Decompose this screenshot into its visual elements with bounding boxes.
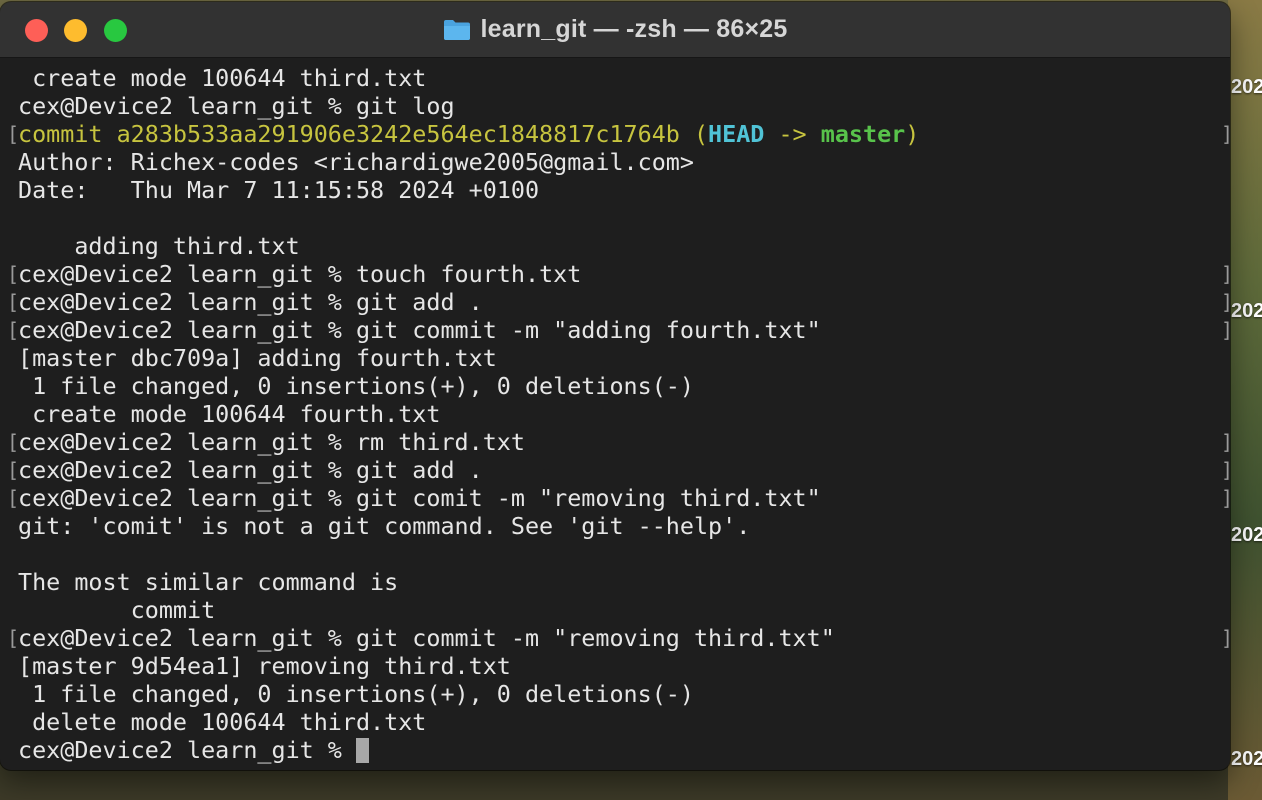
line-bracket-open: [ — [7, 290, 20, 314]
terminal-line-text: cex@Device2 learn_git % git commit -m "r… — [18, 624, 835, 652]
desktop-item-label[interactable]: 202 — [1231, 748, 1262, 771]
terminal-line: [cex@Device2 learn_git % touch fourth.tx… — [0, 260, 1230, 288]
terminal-line: [master 9d54ea1] removing third.txt — [18, 652, 511, 680]
line-bracket-open: [ — [7, 458, 20, 482]
terminal-line: [cex@Device2 learn_git % rm third.txt] — [0, 428, 1230, 456]
head-ref-label: HEAD — [708, 120, 765, 148]
terminal-output[interactable]: create mode 100644 third.txt cex@Device2… — [0, 64, 1230, 764]
title-bar[interactable]: learn_git — -zsh — 86×25 — [0, 2, 1230, 58]
terminal-line: [master dbc709a] adding fourth.txt — [18, 344, 497, 372]
desktop-item-label[interactable]: 202 — [1231, 524, 1262, 547]
folder-icon — [443, 19, 470, 40]
line-bracket-open: [ — [7, 430, 20, 454]
terminal-prompt-line[interactable]: cex@Device2 learn_git % — [0, 736, 1230, 764]
line-bracket-open: [ — [7, 486, 20, 510]
window-title: learn_git — -zsh — 86×25 — [0, 2, 1230, 57]
terminal-line: Date: Thu Mar 7 11:15:58 2024 +0100 — [18, 176, 540, 204]
desktop-item-label[interactable]: 202 — [1231, 300, 1262, 323]
window-title-text: learn_git — -zsh — 86×25 — [480, 15, 788, 43]
commit-ref-close: ) — [905, 120, 920, 148]
line-bracket-close: ] — [1221, 288, 1230, 316]
terminal-line: The most similar command is — [18, 568, 399, 596]
terminal-line-commit: [commit a283b533aa291906e3242e564ec18488… — [0, 120, 1230, 148]
terminal-line: delete mode 100644 third.txt — [18, 708, 427, 736]
terminal-line: [cex@Device2 learn_git % git commit -m "… — [0, 316, 1230, 344]
terminal-window[interactable]: learn_git — -zsh — 86×25 create mode 100… — [0, 2, 1230, 770]
line-bracket-close: ] — [1221, 316, 1230, 344]
terminal-line: [cex@Device2 learn_git % git add .] — [0, 456, 1230, 484]
desktop-item-label[interactable]: 202 — [1231, 76, 1262, 99]
terminal-line: cex@Device2 learn_git % git log — [18, 92, 455, 120]
branch-label: master — [820, 120, 906, 148]
line-bracket-open: [ — [7, 262, 20, 286]
terminal-line: 1 file changed, 0 insertions(+), 0 delet… — [18, 680, 694, 708]
terminal-line: [cex@Device2 learn_git % git comit -m "r… — [0, 484, 1230, 512]
terminal-line: create mode 100644 fourth.txt — [18, 400, 441, 428]
commit-hash-text: commit a283b533aa291906e3242e564ec184881… — [18, 120, 709, 148]
line-bracket-open: [ — [7, 318, 20, 342]
line-bracket-open: [ — [7, 626, 20, 650]
terminal-line-text: cex@Device2 learn_git % git comit -m "re… — [18, 484, 821, 512]
ref-arrow: -> — [764, 120, 821, 148]
line-bracket-open: [ — [7, 122, 20, 146]
line-bracket-close: ] — [1221, 624, 1230, 652]
terminal-line-text: cex@Device2 learn_git % git add . — [18, 456, 483, 484]
terminal-line: git: 'comit' is not a git command. See '… — [18, 512, 751, 540]
terminal-line: adding third.txt — [18, 232, 300, 260]
terminal-line-text: cex@Device2 learn_git % touch fourth.txt — [18, 260, 582, 288]
terminal-line: 1 file changed, 0 insertions(+), 0 delet… — [18, 372, 694, 400]
line-bracket-close: ] — [1221, 456, 1230, 484]
line-bracket-close: ] — [1221, 484, 1230, 512]
line-bracket-close: ] — [1221, 260, 1230, 288]
text-cursor — [355, 738, 369, 763]
terminal-line: [cex@Device2 learn_git % git commit -m "… — [0, 624, 1230, 652]
line-bracket-close: ] — [1221, 428, 1230, 456]
desktop-background — [1228, 0, 1262, 800]
prompt-text: cex@Device2 learn_git % — [18, 736, 356, 764]
terminal-line: create mode 100644 third.txt — [18, 64, 427, 92]
terminal-line: commit — [18, 596, 216, 624]
terminal-line-text: cex@Device2 learn_git % git commit -m "a… — [18, 316, 821, 344]
terminal-line-text: cex@Device2 learn_git % git add . — [18, 288, 483, 316]
terminal-line: Author: Richex-codes <richardigwe2005@gm… — [18, 148, 694, 176]
terminal-line-text: cex@Device2 learn_git % rm third.txt — [18, 428, 525, 456]
terminal-line: [cex@Device2 learn_git % git add .] — [0, 288, 1230, 316]
line-bracket-close: ] — [1221, 120, 1230, 148]
